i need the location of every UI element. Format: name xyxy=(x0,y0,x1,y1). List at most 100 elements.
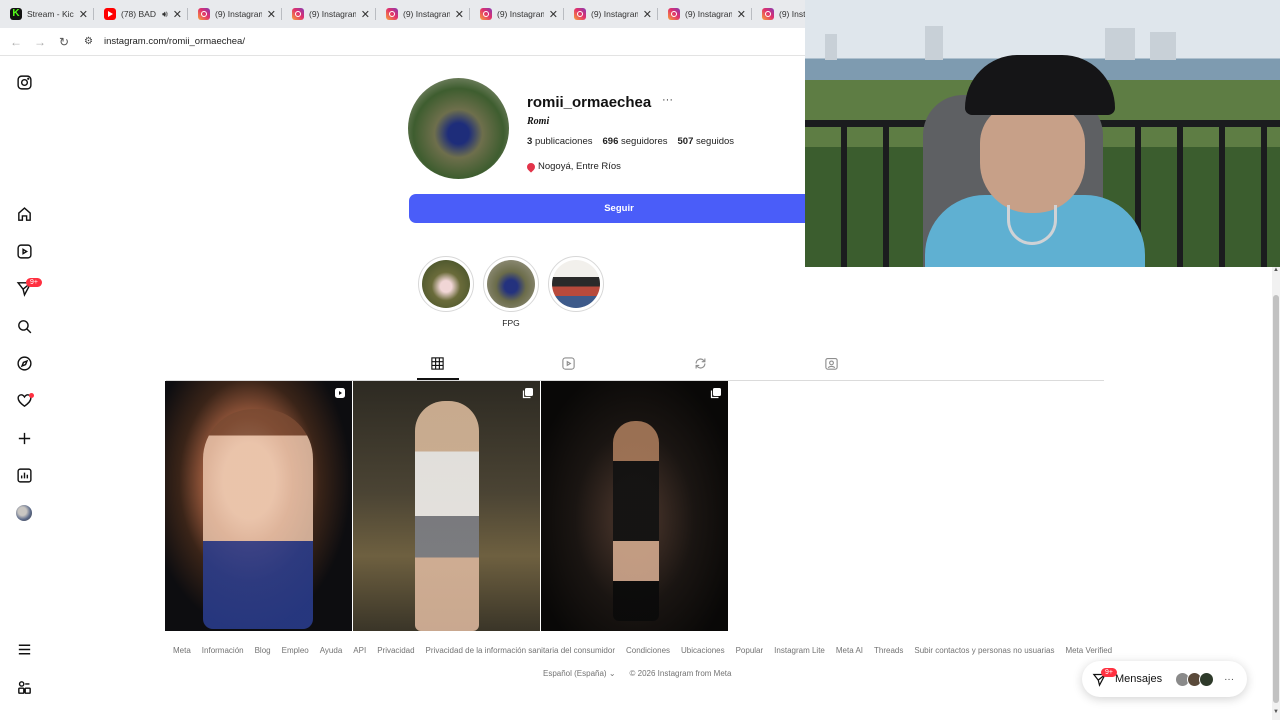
footer-link[interactable]: Blog xyxy=(255,646,271,655)
scroll-down-icon[interactable]: ▼ xyxy=(1272,709,1280,719)
close-icon[interactable]: ✕ xyxy=(79,8,88,21)
footer-link[interactable]: Empleo xyxy=(282,646,309,655)
footer-links: Meta Información Blog Empleo Ayuda API P… xyxy=(173,646,1112,655)
post-thumbnail[interactable] xyxy=(541,381,728,631)
tab-title: (9) Instagram xyxy=(497,9,544,19)
tab-reels-icon[interactable] xyxy=(561,356,577,372)
instagram-icon xyxy=(198,8,210,20)
youtube-icon xyxy=(104,8,116,20)
footer-link[interactable]: Threads xyxy=(874,646,903,655)
close-icon[interactable]: ✕ xyxy=(455,8,464,21)
tab-title: (9) Instagram xyxy=(685,9,732,19)
story-highlight[interactable] xyxy=(418,256,474,312)
message-avatars xyxy=(1175,671,1215,687)
avatar xyxy=(1199,671,1215,687)
footer-link[interactable]: Subir contactos y personas no usuarias xyxy=(914,646,1054,655)
instagram-icon xyxy=(574,8,586,20)
explore-icon[interactable] xyxy=(14,353,34,373)
profile-location[interactable]: Nogoyá, Entre Ríos xyxy=(525,160,621,173)
scroll-up-icon[interactable]: ▲ xyxy=(1272,267,1280,277)
footer-link[interactable]: Popular xyxy=(736,646,764,655)
story-highlight[interactable] xyxy=(483,256,539,312)
url-field[interactable]: instagram.com/romii_ormaechea/ xyxy=(104,36,245,47)
browser-tab[interactable]: (9) Instagram ✕ xyxy=(188,0,282,28)
highlight-thumbnail xyxy=(552,260,600,308)
search-icon[interactable] xyxy=(14,316,34,336)
create-icon[interactable] xyxy=(14,428,34,448)
footer-link[interactable]: Privacidad xyxy=(377,646,414,655)
browser-tab[interactable]: (9) Instagram ✕ xyxy=(470,0,564,28)
footer-link[interactable]: Meta xyxy=(173,646,191,655)
posts-stat: 3 publicaciones xyxy=(527,136,593,147)
footer-link[interactable]: API xyxy=(353,646,366,655)
follow-button[interactable]: Seguir xyxy=(409,194,829,223)
footer-link[interactable]: Información xyxy=(202,646,244,655)
footer-link[interactable]: Instagram Lite xyxy=(774,646,825,655)
close-icon[interactable]: ✕ xyxy=(267,8,276,21)
footer-link[interactable]: Privacidad de la información sanitaria d… xyxy=(426,646,615,655)
tab-tagged-icon[interactable] xyxy=(824,356,840,372)
background-building xyxy=(1150,32,1176,60)
footer-bottom: Español (España) ⌄ © 2026 Instagram from… xyxy=(543,669,731,678)
instagram-logo-icon[interactable] xyxy=(14,72,34,92)
highlight-thumbnail xyxy=(487,260,535,308)
language-label: Español (España) xyxy=(543,669,607,678)
webcam-overlay xyxy=(805,0,1280,267)
reel-indicator-icon xyxy=(335,388,345,398)
scrollbar-thumb[interactable] xyxy=(1273,295,1279,703)
posts-label: publicaciones xyxy=(534,136,593,147)
tab-title: Stream - Kick xyxy=(27,9,74,19)
browser-tab[interactable]: (9) Instagram ✕ xyxy=(376,0,470,28)
home-icon[interactable] xyxy=(14,204,34,224)
browser-tab[interactable]: (78) BAD 🔊︎ ✕ xyxy=(94,0,188,28)
following-label: seguidos xyxy=(696,136,735,147)
apps-icon[interactable] xyxy=(14,677,34,697)
profile-picture[interactable] xyxy=(408,78,509,179)
close-icon[interactable]: ✕ xyxy=(737,8,746,21)
close-icon[interactable]: ✕ xyxy=(549,8,558,21)
footer-link[interactable]: Meta Verified xyxy=(1065,646,1112,655)
browser-tab[interactable]: (9) Instagram ✕ xyxy=(282,0,376,28)
browser-tab[interactable]: (9) Instagram ✕ xyxy=(658,0,752,28)
instagram-sidebar: 9+ xyxy=(0,57,48,720)
forward-icon[interactable]: → xyxy=(28,35,52,49)
messages-badge: 9+ xyxy=(1101,668,1117,677)
close-icon[interactable]: ✕ xyxy=(361,8,370,21)
tab-posts-grid-icon[interactable] xyxy=(430,356,446,372)
browser-tab[interactable]: (9) Instagram ✕ xyxy=(564,0,658,28)
dashboard-icon[interactable] xyxy=(14,465,34,485)
close-icon[interactable]: ✕ xyxy=(643,8,652,21)
post-thumbnail[interactable] xyxy=(165,381,352,631)
browser-tab[interactable]: (9) Instagram xyxy=(752,0,805,28)
more-options-icon[interactable]: ··· xyxy=(662,94,673,106)
tab-reposts-icon[interactable] xyxy=(693,356,709,372)
messages-button[interactable]: Mensajes ··· xyxy=(1082,661,1247,697)
post-image xyxy=(415,401,479,631)
back-icon[interactable]: ← xyxy=(4,35,28,49)
reload-icon[interactable]: ↻ xyxy=(52,35,76,49)
footer-link[interactable]: Condiciones xyxy=(626,646,670,655)
speaker-icon[interactable]: 🔊︎ xyxy=(162,9,168,20)
profile-avatar[interactable] xyxy=(16,505,32,521)
menu-icon[interactable] xyxy=(14,639,34,659)
footer-link[interactable]: Ubicaciones xyxy=(681,646,725,655)
post-thumbnail[interactable] xyxy=(353,381,540,631)
instagram-icon xyxy=(668,8,680,20)
tab-title: (9) Instagram xyxy=(591,9,638,19)
streamer xyxy=(925,55,1145,267)
site-settings-icon[interactable]: ⚙︎ xyxy=(84,36,98,47)
footer-link[interactable]: Meta AI xyxy=(836,646,863,655)
story-highlight[interactable] xyxy=(548,256,604,312)
kick-icon xyxy=(10,8,22,20)
following-stat[interactable]: 507 seguidos xyxy=(678,136,735,147)
profile-username: romii_ormaechea xyxy=(527,94,652,111)
browser-tab[interactable]: Stream - Kick ✕ xyxy=(0,0,94,28)
followers-stat[interactable]: 696 seguidores xyxy=(603,136,668,147)
instagram-icon xyxy=(480,8,492,20)
activity-dot xyxy=(29,393,34,398)
footer-link[interactable]: Ayuda xyxy=(320,646,343,655)
language-selector[interactable]: Español (España) ⌄ xyxy=(543,669,616,678)
close-icon[interactable]: ✕ xyxy=(173,8,182,21)
reels-icon[interactable] xyxy=(14,241,34,261)
post-image xyxy=(613,421,659,621)
